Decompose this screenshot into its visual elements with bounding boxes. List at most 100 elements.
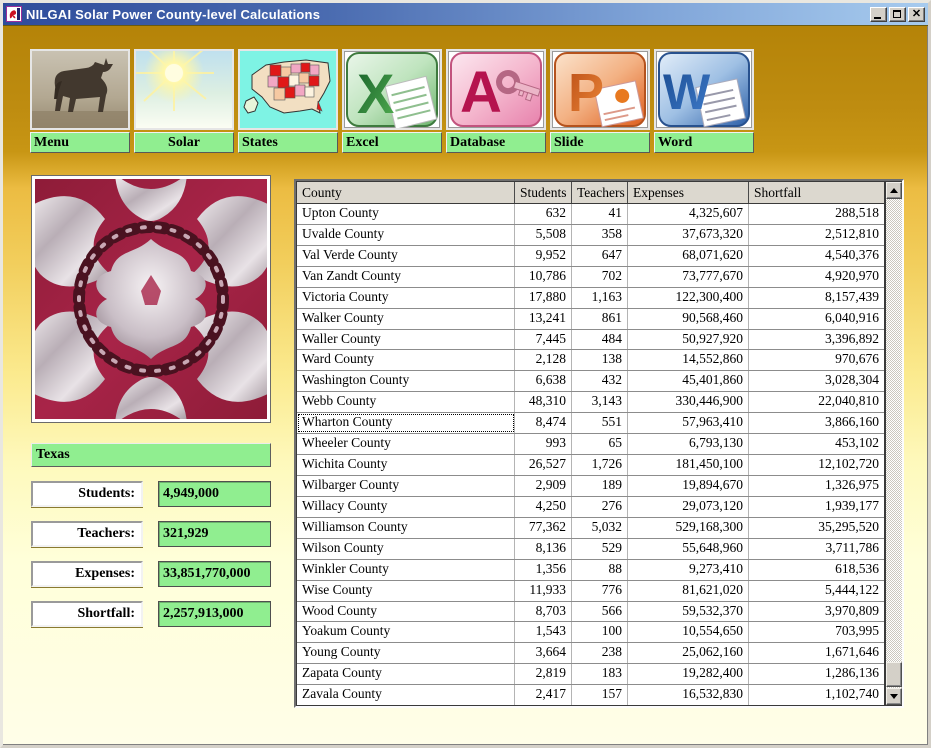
cell-county[interactable]: Wheeler County [297,434,515,454]
cell-expenses[interactable]: 529,168,300 [628,518,749,538]
cell-expenses[interactable]: 330,446,900 [628,392,749,412]
cell-teachers[interactable]: 100 [572,622,628,642]
field-value-expenses[interactable]: 33,851,770,000 [158,561,271,587]
cell-students[interactable]: 993 [515,434,572,454]
cell-shortfall[interactable]: 970,676 [749,350,884,370]
cell-teachers[interactable]: 138 [572,350,628,370]
table-row[interactable]: Wichita County26,5271,726181,450,10012,1… [297,455,884,476]
cell-students[interactable]: 26,527 [515,455,572,475]
cell-expenses[interactable]: 14,552,860 [628,350,749,370]
cell-shortfall[interactable]: 453,102 [749,434,884,454]
cell-teachers[interactable]: 484 [572,330,628,350]
cell-expenses[interactable]: 19,894,670 [628,476,749,496]
cell-shortfall[interactable]: 2,512,810 [749,225,884,245]
table-row[interactable]: Zavala County2,41715716,532,8301,102,740 [297,685,884,705]
table-row[interactable]: Zapata County2,81918319,282,4001,286,136 [297,664,884,685]
cell-students[interactable]: 48,310 [515,392,572,412]
table-row[interactable]: Wilson County8,13652955,648,9603,711,786 [297,539,884,560]
cell-teachers[interactable]: 432 [572,371,628,391]
cell-county[interactable]: Waller County [297,330,515,350]
cell-teachers[interactable]: 3,143 [572,392,628,412]
table-row[interactable]: Washington County6,63843245,401,8603,028… [297,371,884,392]
cell-teachers[interactable]: 88 [572,560,628,580]
table-row[interactable]: Uvalde County5,50835837,673,3202,512,810 [297,225,884,246]
cell-teachers[interactable]: 183 [572,664,628,684]
cell-expenses[interactable]: 181,450,100 [628,455,749,475]
cell-students[interactable]: 5,508 [515,225,572,245]
cell-students[interactable]: 8,703 [515,602,572,622]
table-row[interactable]: Wise County11,93377681,621,0205,444,122 [297,581,884,602]
cell-shortfall[interactable]: 1,326,975 [749,476,884,496]
column-header-expenses[interactable]: Expenses [628,182,749,203]
column-header-county[interactable]: County [297,182,515,203]
slide-button[interactable]: P Slide [550,49,650,153]
cell-students[interactable]: 13,241 [515,309,572,329]
cell-expenses[interactable]: 29,073,120 [628,497,749,517]
cell-students[interactable]: 2,909 [515,476,572,496]
cell-shortfall[interactable]: 5,444,122 [749,581,884,601]
field-value-shortfall[interactable]: 2,257,913,000 [158,601,271,627]
cell-students[interactable]: 2,417 [515,685,572,705]
cell-expenses[interactable]: 90,568,460 [628,309,749,329]
cell-students[interactable]: 9,952 [515,246,572,266]
table-row[interactable]: Van Zandt County10,78670273,777,6704,920… [297,267,884,288]
cell-county[interactable]: Yoakum County [297,622,515,642]
scroll-down-button[interactable] [886,688,902,705]
cell-expenses[interactable]: 4,325,607 [628,204,749,224]
scrollbar-track[interactable] [886,199,902,688]
cell-expenses[interactable]: 55,648,960 [628,539,749,559]
cell-teachers[interactable]: 238 [572,643,628,663]
cell-expenses[interactable]: 59,532,370 [628,602,749,622]
cell-shortfall[interactable]: 618,536 [749,560,884,580]
cell-students[interactable]: 8,136 [515,539,572,559]
database-button[interactable]: A Database [446,49,546,153]
cell-expenses[interactable]: 9,273,410 [628,560,749,580]
cell-teachers[interactable]: 157 [572,685,628,705]
cell-county[interactable]: Winkler County [297,560,515,580]
cell-shortfall[interactable]: 3,866,160 [749,413,884,433]
cell-teachers[interactable]: 41 [572,204,628,224]
cell-students[interactable]: 3,664 [515,643,572,663]
cell-students[interactable]: 10,786 [515,267,572,287]
cell-teachers[interactable]: 5,032 [572,518,628,538]
cell-teachers[interactable]: 189 [572,476,628,496]
cell-teachers[interactable]: 358 [572,225,628,245]
cell-students[interactable]: 6,638 [515,371,572,391]
column-header-shortfall[interactable]: Shortfall [749,182,884,203]
cell-county[interactable]: Val Verde County [297,246,515,266]
cell-county[interactable]: Wilbarger County [297,476,515,496]
cell-teachers[interactable]: 776 [572,581,628,601]
cell-expenses[interactable]: 68,071,620 [628,246,749,266]
table-row[interactable]: Waller County7,44548450,927,9203,396,892 [297,330,884,351]
cell-students[interactable]: 1,543 [515,622,572,642]
scroll-up-button[interactable] [886,182,902,199]
excel-button[interactable]: X Excel [342,49,442,153]
cell-shortfall[interactable]: 3,970,809 [749,602,884,622]
cell-expenses[interactable]: 37,673,320 [628,225,749,245]
column-header-teachers[interactable]: Teachers [572,182,628,203]
cell-students[interactable]: 1,356 [515,560,572,580]
cell-students[interactable]: 2,819 [515,664,572,684]
cell-shortfall[interactable]: 1,286,136 [749,664,884,684]
table-row[interactable]: Upton County632414,325,607288,518 [297,204,884,225]
cell-shortfall[interactable]: 1,102,740 [749,685,884,705]
scrollbar-thumb[interactable] [886,662,902,687]
cell-county[interactable]: Wharton County [297,413,515,433]
county-grid[interactable]: County Students Teachers Expenses Shortf… [296,181,885,706]
cell-students[interactable]: 8,474 [515,413,572,433]
cell-county[interactable]: Van Zandt County [297,267,515,287]
cell-teachers[interactable]: 1,163 [572,288,628,308]
cell-teachers[interactable]: 861 [572,309,628,329]
cell-county[interactable]: Wichita County [297,455,515,475]
cell-county[interactable]: Zapata County [297,664,515,684]
cell-expenses[interactable]: 10,554,650 [628,622,749,642]
cell-county[interactable]: Wood County [297,602,515,622]
cell-shortfall[interactable]: 4,920,970 [749,267,884,287]
vertical-scrollbar[interactable] [885,181,902,706]
cell-shortfall[interactable]: 22,040,810 [749,392,884,412]
table-row[interactable]: Wharton County8,47455157,963,4103,866,16… [297,413,884,434]
cell-expenses[interactable]: 57,963,410 [628,413,749,433]
cell-expenses[interactable]: 122,300,400 [628,288,749,308]
table-row[interactable]: Willacy County4,25027629,073,1201,939,17… [297,497,884,518]
cell-teachers[interactable]: 65 [572,434,628,454]
